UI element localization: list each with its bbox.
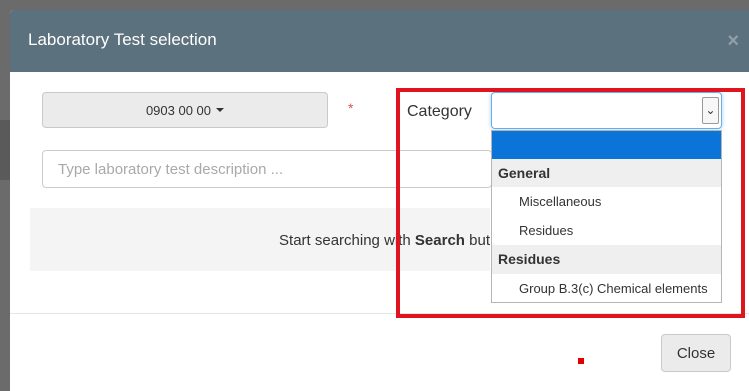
lab-test-modal: Laboratory Test selection × 0903 00 00 *… [10,10,749,391]
caret-down-icon [216,108,225,112]
modal-title: Laboratory Test selection [28,30,217,49]
modal-header: Laboratory Test selection × [10,10,749,72]
code-dropdown-button[interactable]: 0903 00 00 [42,92,328,128]
red-marker [578,358,584,364]
highlight-annotation-box [396,88,745,318]
info-prefix: Start searching with [279,232,415,249]
code-button-label: 0903 00 00 [145,102,212,118]
backdrop-edge [0,120,10,180]
close-icon[interactable]: × [727,30,739,53]
required-marker: * [348,100,354,116]
close-button[interactable]: Close [661,334,731,372]
